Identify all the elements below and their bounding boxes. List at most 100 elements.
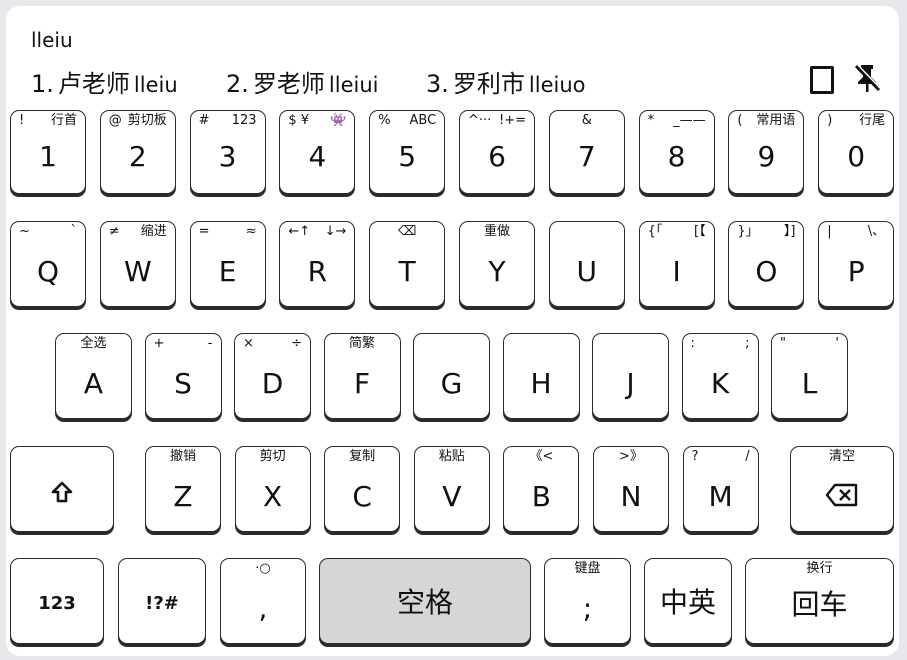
key-r[interactable]: ←↑ ↓→ R [279,221,356,307]
key-o[interactable]: }」 】] O [728,221,805,307]
numeric-mode-key[interactable]: 123 [10,558,104,644]
key-sub-left: : [690,336,695,351]
key-a[interactable]: 全选 A [55,333,132,419]
key-main-label: W [123,255,152,288]
key-q[interactable]: ~ ` Q [10,221,86,307]
key-sub-right: \、 [867,224,886,239]
key-sub-left: # [198,113,210,128]
key-y[interactable]: 重做 Y [459,221,535,307]
key-h[interactable]: H [502,333,580,419]
composition-text: lleiu [31,28,73,52]
key-sub-right: ; [745,336,750,351]
key-main-label: 空格 [396,586,453,619]
key-main-label: 6 [488,140,506,173]
space-key[interactable]: 空格 [319,558,531,644]
key-sub-label: ⌫ [397,224,417,239]
key-sub-left: = [198,224,210,239]
key-0[interactable]: ) 行尾 0 [818,110,895,194]
key-sub-label: 换行 [806,561,833,576]
key-e[interactable]: = ≈ E [189,221,266,307]
key-sub-left: " [780,336,786,351]
key-w[interactable]: ≠ 缩进 W [99,221,176,307]
key-t[interactable]: ⌫ T [369,221,446,307]
key-sub-right: 行尾 [859,113,886,128]
key-sub-label: 粘贴 [438,449,465,464]
key-p[interactable]: | \、 P [818,221,895,307]
key-2[interactable]: @ 剪切板 2 [99,110,176,194]
key-main-label: T [398,255,416,288]
key-3[interactable]: #123 3 [189,110,266,194]
key-sub-left: }」 [737,224,759,239]
key-main-label: 3 [218,140,237,173]
key-sub-left: ( [737,113,743,128]
key-i[interactable]: {「 [【 I [638,221,715,307]
key-c[interactable]: 复制 C [324,446,401,532]
key-sub-label: 键盘 [574,561,601,576]
candidate-2[interactable]: 2. 罗老师 lleiui [226,64,378,99]
key-sub-label: 撤销 [169,449,196,464]
candidate-index: 3. [426,70,449,98]
key-sub-label: 重做 [483,224,510,239]
unpin-icon[interactable] [851,62,883,94]
key-main-label: 回车 [791,588,848,621]
key-z[interactable]: 撤销 Z [145,446,221,532]
key-6[interactable]: ^··· !+= 6 [459,110,535,194]
candidate-1[interactable]: 1. 卢老师 lleiu [31,64,178,99]
semicolon-keyboard-key[interactable]: 键盘; [544,558,631,644]
key-sub-label: 清空 [828,449,855,464]
key-main-label: U [576,255,598,288]
key-sub-left: × [243,336,254,351]
key-sub-label: & [581,113,592,128]
shift-arrow-icon [11,481,113,507]
key-x[interactable]: 剪切 X [234,446,311,532]
clear-backspace-key[interactable]: 清空 [790,446,894,532]
candidate-hanzi: 罗老师 [252,70,325,98]
key-sub-right: _—— [673,113,706,128]
key-sub-label: 剪切 [259,449,286,464]
key-9[interactable]: (常用语 9 [728,110,805,194]
key-main-label: G [440,367,463,400]
key-sub-left: {「 [647,224,663,239]
key-7[interactable]: & 7 [548,110,625,194]
backspace-icon [791,483,893,511]
key-main-label: O [755,255,778,288]
key-main-label: B [531,480,551,513]
key-l[interactable]: " ' L [771,333,848,419]
key-1[interactable]: ! 行首 1 [10,110,86,194]
comma-key[interactable]: ·○, [220,558,306,644]
key-sub-right: ≈ [245,224,257,239]
key-8[interactable]: * _—— 8 [638,110,715,194]
key-k[interactable]: :; K [681,333,759,419]
lang-switch-key[interactable]: 中英 [644,558,732,644]
key-main-label: V [442,480,462,513]
key-sub-label: 简繁 [348,336,375,351]
candidate-3[interactable]: 3. 罗利市 lleiuo [426,64,586,99]
key-main-label: 7 [577,140,596,173]
key-n[interactable]: >》 N [593,446,669,532]
key-b[interactable]: 《< B [503,446,580,532]
shift-key[interactable] [10,446,114,532]
key-main-label: Y [488,255,506,288]
enter-key[interactable]: 换行 回车 [745,558,894,644]
key-main-label: A [83,367,104,400]
window-mode-icon[interactable] [810,66,834,94]
key-4[interactable]: $ ¥ 👾 4 [279,110,356,194]
symbol-mode-key[interactable]: !?# [118,558,206,644]
key-sub-label: ·○ [255,561,271,576]
key-d[interactable]: × ÷ D [234,333,311,419]
key-v[interactable]: 粘贴 V [413,446,490,532]
key-g[interactable]: G [413,333,490,419]
key-5[interactable]: % ABC 5 [369,110,446,194]
key-sub-left: ? [691,449,699,464]
key-sub-label: 复制 [349,449,376,464]
key-u[interactable]: U [548,221,625,307]
key-main-label: C [352,480,372,513]
key-f[interactable]: 简繁 F [323,333,401,419]
key-sub-left: ≠ [108,224,120,239]
key-s[interactable]: + - S [144,333,222,419]
key-j[interactable]: J [592,333,669,419]
key-sub-right: [【 [694,224,706,239]
key-m[interactable]: ? / M [682,446,759,532]
key-main-label: N [620,480,642,513]
key-sub-right: ` [70,224,78,239]
